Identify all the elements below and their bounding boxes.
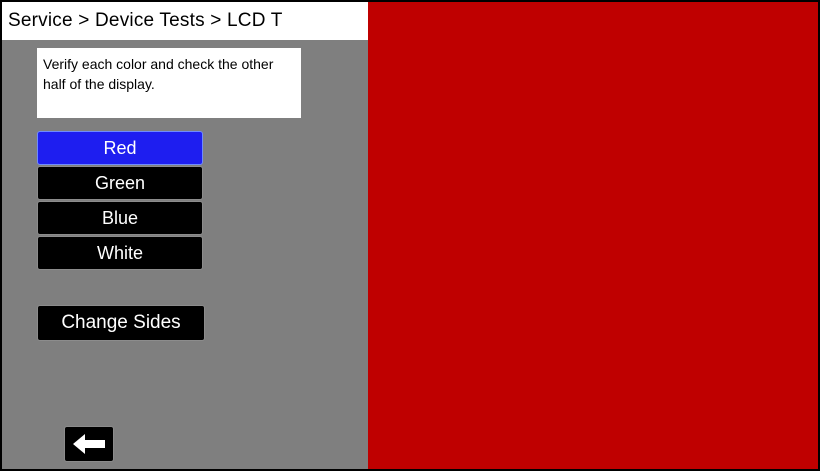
lcd-test-screen: Service > Device Tests > LCD T Verify ea… [0, 0, 820, 471]
arrow-left-icon [73, 434, 105, 454]
instructions-box: Verify each color and check the other ha… [37, 48, 301, 118]
back-button[interactable] [64, 426, 114, 462]
white-button[interactable]: White [37, 236, 203, 270]
control-panel: Verify each color and check the other ha… [2, 40, 368, 469]
change-sides-button[interactable]: Change Sides [37, 305, 205, 341]
blue-button[interactable]: Blue [37, 201, 203, 235]
green-button[interactable]: Green [37, 166, 203, 200]
red-button[interactable]: Red [37, 131, 203, 165]
breadcrumb: Service > Device Tests > LCD T [2, 2, 368, 40]
lcd-color-test-area [368, 2, 818, 469]
